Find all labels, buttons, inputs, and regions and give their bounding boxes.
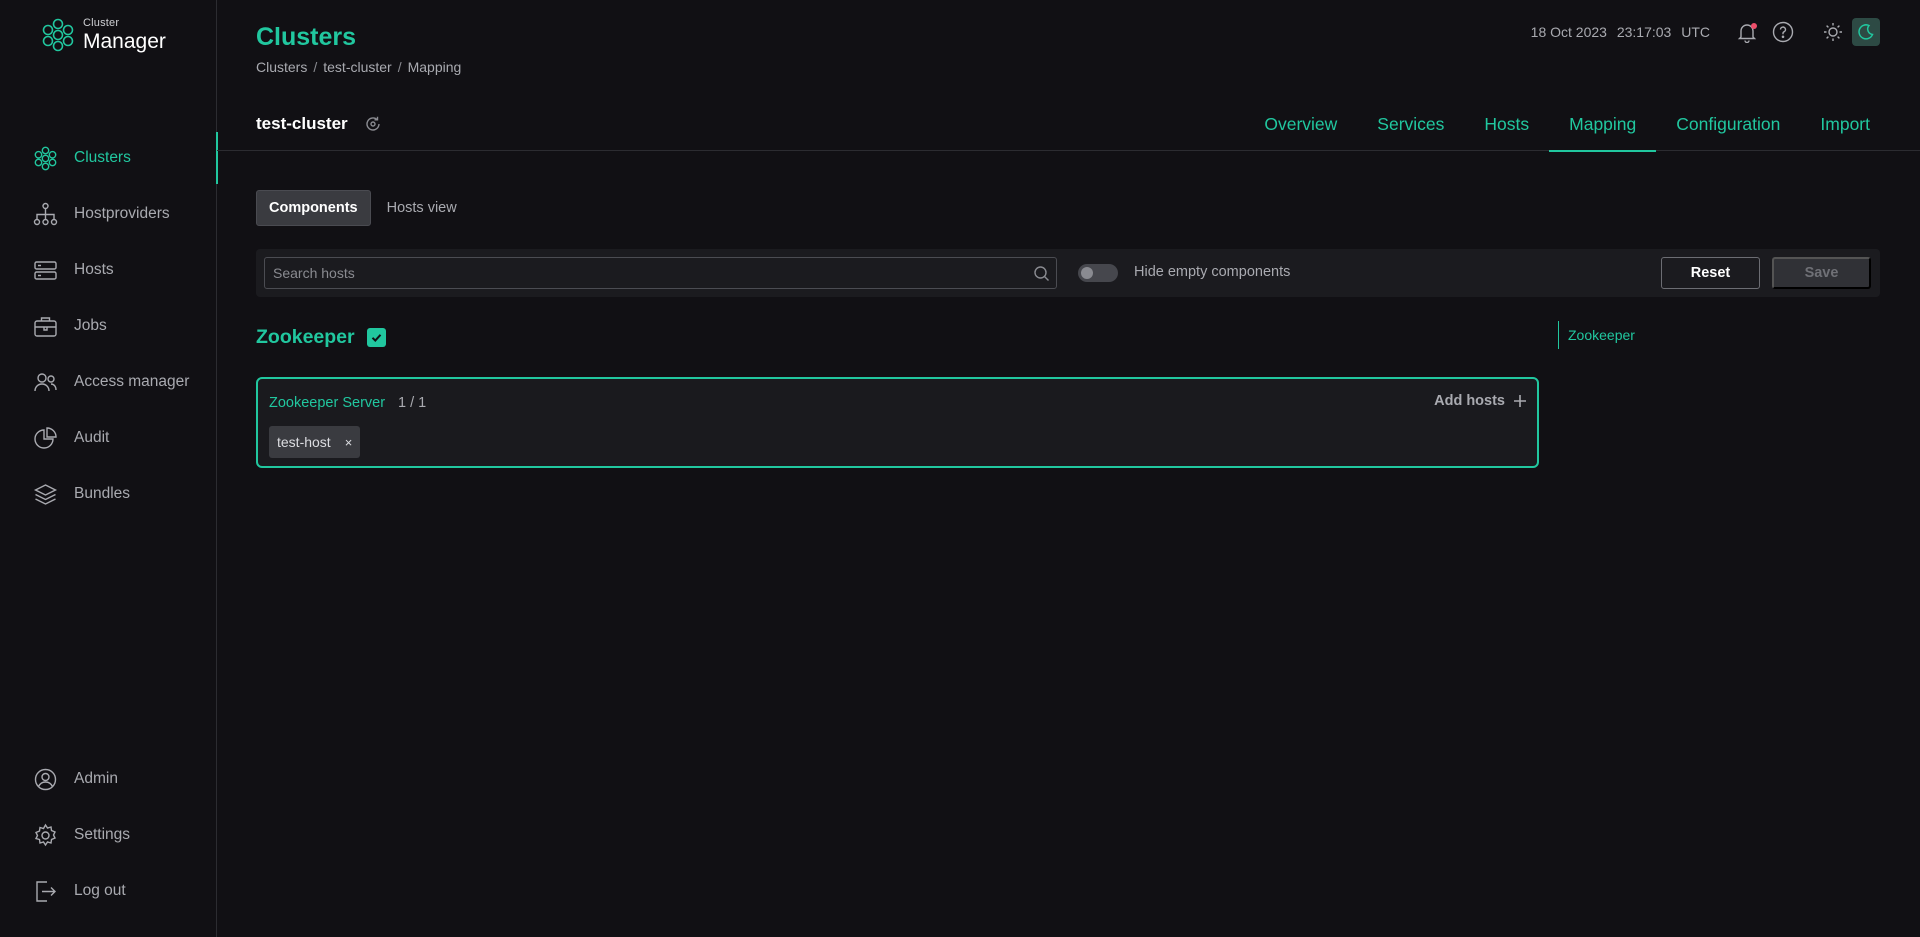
admin-icon xyxy=(34,768,57,790)
hide-empty-label: Hide empty components xyxy=(1134,264,1291,280)
cluster-bar: test-cluster Overview Services Hosts Map… xyxy=(217,98,1920,152)
tab-overview[interactable]: Overview xyxy=(1244,98,1357,151)
logo-icon xyxy=(42,18,74,52)
reset-button[interactable]: Reset xyxy=(1661,257,1760,289)
notifications-button[interactable] xyxy=(1734,19,1760,45)
help-icon xyxy=(1772,21,1794,43)
time-text: 23:17:03 xyxy=(1616,24,1672,40)
remove-host-icon[interactable]: × xyxy=(345,435,353,450)
sidebar-item-label: Settings xyxy=(74,826,131,843)
sidebar-item-access-manager[interactable]: Access manager xyxy=(0,354,217,410)
breadcrumb-separator: / xyxy=(313,59,318,75)
hide-empty-toggle[interactable] xyxy=(1078,264,1118,282)
sidebar-item-label: Clusters xyxy=(74,149,131,166)
sidebar-item-settings[interactable]: Settings xyxy=(0,807,217,863)
server-datetime: 18 Oct 2023 23:17:03 UTC xyxy=(1531,24,1716,40)
toggle-knob xyxy=(1081,267,1093,279)
breadcrumb-test-cluster[interactable]: test-cluster xyxy=(323,59,391,75)
component-card: Zookeeper Server 1 / 1 Add hosts test-ho… xyxy=(256,377,1539,468)
sidebar-item-label: Log out xyxy=(74,882,126,899)
theme-toggle xyxy=(1820,18,1880,46)
service-name: Zookeeper xyxy=(256,326,355,348)
logo-big-text: Manager xyxy=(83,30,166,53)
add-hosts-button[interactable]: Add hosts xyxy=(1434,393,1527,409)
plus-icon xyxy=(1514,395,1526,407)
tab-services[interactable]: Services xyxy=(1357,98,1464,151)
sidebar-item-bundles[interactable]: Bundles xyxy=(0,466,217,522)
tab-mapping[interactable]: Mapping xyxy=(1549,98,1657,152)
moon-icon xyxy=(1858,24,1874,40)
service-checkbox[interactable] xyxy=(366,328,386,347)
app-logo[interactable]: Cluster Manager xyxy=(41,18,166,52)
settings-icon xyxy=(34,823,56,846)
view-toggle: Components Hosts view xyxy=(256,190,469,226)
date-text: 18 Oct 2023 xyxy=(1530,24,1607,40)
logout-icon xyxy=(36,880,56,902)
sidebar-item-logout[interactable]: Log out xyxy=(0,863,217,919)
breadcrumb-separator: / xyxy=(397,59,402,75)
component-host-count: 1 / 1 xyxy=(398,395,427,411)
sidebar-item-label: Access manager xyxy=(74,373,190,390)
tab-configuration[interactable]: Configuration xyxy=(1656,98,1800,151)
tab-import[interactable]: Import xyxy=(1800,98,1890,151)
hosts-view-button[interactable]: Hosts view xyxy=(375,190,469,226)
tab-hosts[interactable]: Hosts xyxy=(1464,98,1549,151)
save-button[interactable]: Save xyxy=(1772,257,1871,289)
search-input[interactable] xyxy=(265,265,1026,281)
cluster-name: test-cluster xyxy=(256,114,348,133)
sidebar-bottom-nav: Admin Settings Log out xyxy=(0,751,217,919)
service-header: Zookeeper xyxy=(256,326,386,349)
host-chip: test-host × xyxy=(269,426,361,458)
sidebar-item-jobs[interactable]: Jobs xyxy=(0,298,217,354)
component-name: Zookeeper Server xyxy=(269,395,386,411)
sidebar-nav: Clusters Hostproviders Hosts Jobs Access… xyxy=(0,130,218,522)
help-button[interactable] xyxy=(1770,19,1796,45)
sidebar-item-label: Bundles xyxy=(74,485,131,502)
top-bar: 18 Oct 2023 23:17:03 UTC xyxy=(1531,18,1880,46)
jobs-icon xyxy=(34,316,57,337)
sidebar-item-audit[interactable]: Audit xyxy=(0,410,217,466)
add-hosts-label: Add hosts xyxy=(1434,393,1505,409)
audit-icon xyxy=(34,426,57,449)
page-title: Clusters xyxy=(256,23,357,51)
logo-small-text: Cluster xyxy=(83,17,120,29)
access-manager-icon xyxy=(34,372,57,391)
sun-icon xyxy=(1824,23,1842,41)
search-box xyxy=(264,257,1057,289)
sidebar-item-hosts[interactable]: Hosts xyxy=(0,242,217,298)
components-view-button[interactable]: Components xyxy=(256,190,371,226)
sidebar-item-label: Jobs xyxy=(74,317,107,334)
bundles-icon xyxy=(33,483,58,505)
check-icon xyxy=(371,334,381,343)
sync-status-icon[interactable] xyxy=(364,115,382,133)
sidebar-item-label: Audit xyxy=(74,429,110,446)
sidebar-item-label: Hosts xyxy=(74,261,114,278)
sidebar-item-admin[interactable]: Admin xyxy=(0,751,217,807)
cluster-tabs: Overview Services Hosts Mapping Configur… xyxy=(1244,98,1890,152)
search-button[interactable] xyxy=(1026,265,1056,282)
light-theme-button[interactable] xyxy=(1820,19,1846,45)
clusters-icon xyxy=(34,146,57,170)
dark-theme-button[interactable] xyxy=(1852,18,1880,46)
breadcrumb-clusters[interactable]: Clusters xyxy=(256,59,307,75)
anchor-nav-item-zookeeper[interactable]: Zookeeper xyxy=(1558,321,1635,349)
mapping-toolbar: Hide empty components Reset Save xyxy=(256,249,1880,297)
breadcrumb: Clusters / test-cluster / Mapping xyxy=(256,59,461,75)
sidebar-item-clusters[interactable]: Clusters xyxy=(0,130,218,186)
sidebar-item-hostproviders[interactable]: Hostproviders xyxy=(0,186,217,242)
search-icon xyxy=(1033,265,1049,281)
breadcrumb-mapping: Mapping xyxy=(407,59,462,75)
timezone-text: UTC xyxy=(1681,24,1710,40)
sidebar-item-label: Hostproviders xyxy=(74,205,170,222)
sidebar-item-label: Admin xyxy=(74,770,118,787)
host-chip-label: test-host xyxy=(277,434,331,450)
sidebar: Cluster Manager Clusters Hostproviders H… xyxy=(0,0,218,937)
hostproviders-icon xyxy=(33,202,58,225)
hosts-icon xyxy=(34,260,57,280)
notification-dot xyxy=(1751,23,1757,29)
